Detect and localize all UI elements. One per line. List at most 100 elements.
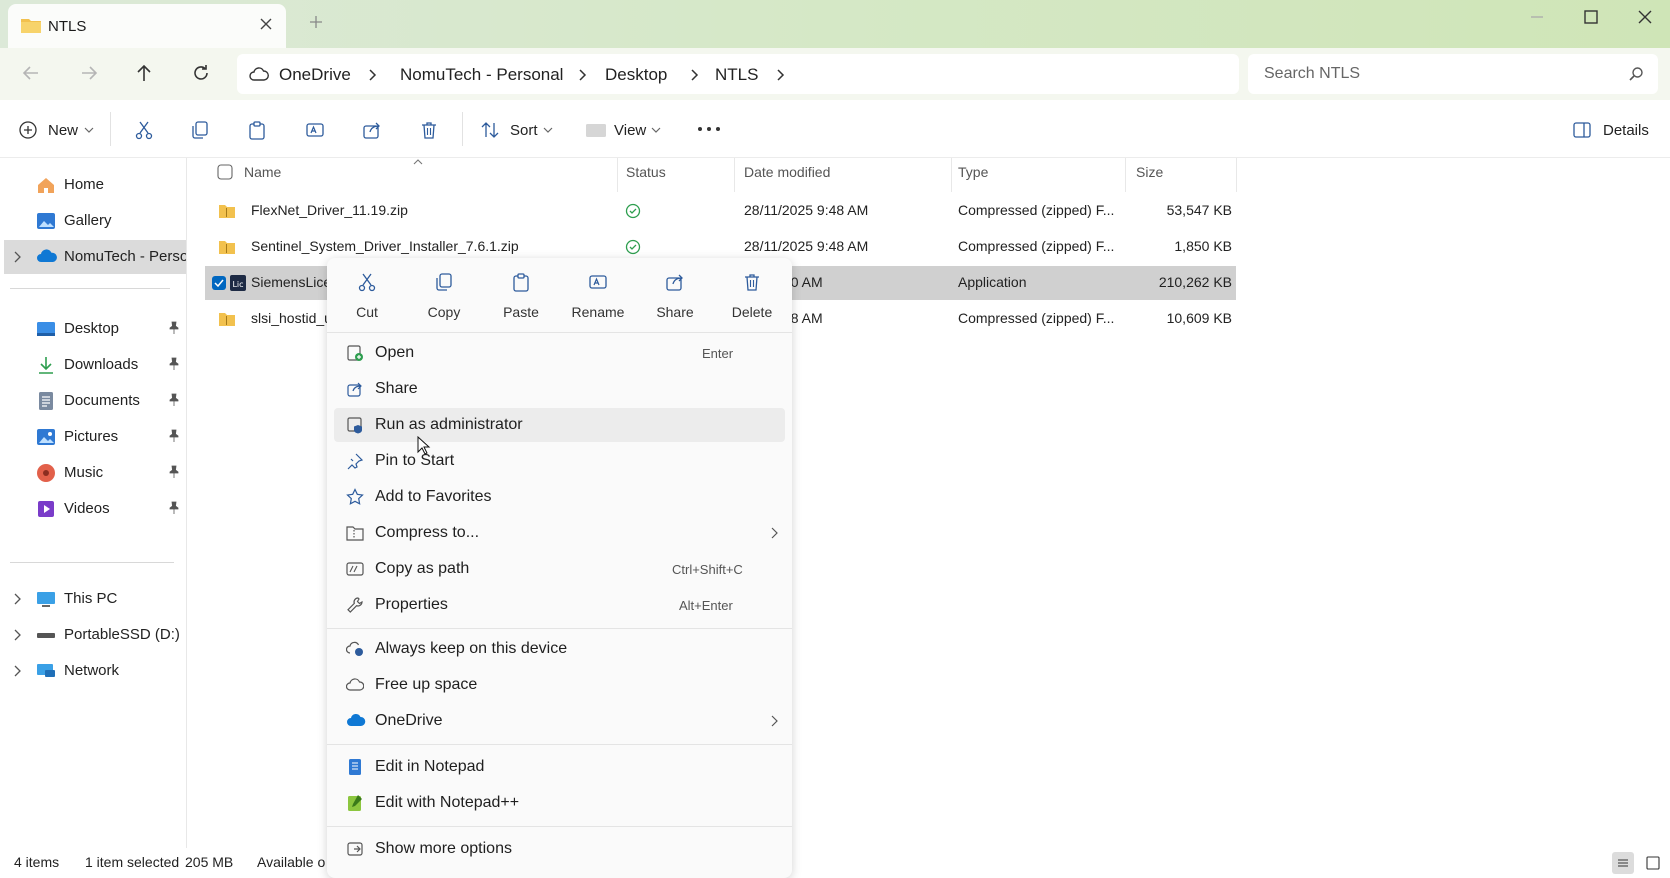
sidebar-item-pictures[interactable]: Pictures (0, 420, 186, 454)
breadcrumb-nomutech[interactable]: NomuTech - Personal (400, 65, 563, 85)
search-icon[interactable] (1628, 66, 1644, 82)
sidebar-item-nomutech-personal[interactable]: NomuTech - Personal (4, 240, 186, 274)
copy-button[interactable]: Copy (410, 268, 478, 326)
menu-item-open[interactable]: Open Enter (334, 336, 785, 370)
delete-icon[interactable] (419, 120, 439, 140)
details-view-toggle[interactable] (1612, 852, 1634, 874)
rename-button[interactable]: Rename (564, 268, 632, 326)
sort-button[interactable]: Sort (510, 122, 538, 139)
minimize-icon[interactable] (1526, 6, 1548, 28)
sidebar-item-downloads[interactable]: Downloads (0, 348, 186, 382)
column-separator[interactable] (617, 158, 618, 192)
up-arrow-icon[interactable] (133, 62, 155, 84)
chevron-down-icon[interactable] (651, 126, 661, 134)
column-separator[interactable] (734, 158, 735, 192)
pin-icon[interactable] (168, 429, 180, 443)
maximize-icon[interactable] (1580, 6, 1602, 28)
sidebar-item-videos[interactable]: Videos (0, 492, 186, 526)
breadcrumb-desktop[interactable]: Desktop (605, 65, 667, 85)
sort-icon[interactable] (480, 120, 500, 140)
downloads-icon (36, 355, 56, 375)
paste-button[interactable]: Paste (487, 268, 555, 326)
menu-item-free-up-space[interactable]: Free up space (334, 668, 785, 702)
copy-icon[interactable] (190, 120, 210, 140)
new-tab-icon[interactable] (308, 14, 324, 30)
menu-item-onedrive[interactable]: OneDrive (334, 704, 785, 738)
pin-icon[interactable] (168, 321, 180, 335)
sidebar-item-desktop[interactable]: Desktop (0, 312, 186, 346)
column-separator[interactable] (951, 158, 952, 192)
breadcrumb-onedrive[interactable]: OneDrive (279, 65, 351, 85)
pin-icon[interactable] (168, 357, 180, 371)
forward-arrow-icon[interactable] (78, 62, 100, 84)
cut-button[interactable]: Cut (333, 268, 401, 326)
column-separator[interactable] (1236, 158, 1237, 192)
star-icon (346, 488, 364, 506)
large-icons-view-toggle[interactable] (1642, 852, 1664, 874)
chevron-down-icon[interactable] (84, 126, 94, 134)
chevron-right-icon[interactable] (13, 593, 23, 605)
menu-item-edit-in-notepad[interactable]: Edit in Notepad (334, 750, 785, 784)
view-button[interactable]: View (614, 122, 646, 139)
menu-item-copy-as-path[interactable]: Copy as path Ctrl+Shift+C (334, 552, 785, 586)
address-bar[interactable]: OneDrive NomuTech - Personal Desktop NTL… (237, 54, 1239, 94)
details-pane-icon[interactable] (1572, 120, 1592, 140)
breadcrumb-chevron-icon[interactable] (577, 68, 589, 82)
close-tab-icon[interactable] (258, 16, 274, 32)
table-row[interactable]: FlexNet_Driver_11.19.zip 28/11/2025 9:48… (205, 194, 1236, 228)
sidebar-item-this-pc[interactable]: This PC (0, 582, 186, 616)
sidebar-item-network[interactable]: Network (0, 654, 186, 688)
new-button[interactable]: New (48, 122, 78, 139)
delete-button[interactable]: Delete (718, 268, 786, 326)
pin-icon[interactable] (168, 501, 180, 515)
breadcrumb-ntls[interactable]: NTLS (715, 65, 758, 85)
sidebar-item-documents[interactable]: Documents (0, 384, 186, 418)
menu-item-run-as-administrator[interactable]: Run as administrator (334, 408, 785, 442)
chevron-right-icon[interactable] (13, 251, 23, 263)
back-arrow-icon[interactable] (20, 62, 42, 84)
menu-item-always-keep[interactable]: Always keep on this device (334, 632, 785, 666)
breadcrumb-chevron-icon[interactable] (775, 68, 787, 82)
refresh-icon[interactable] (190, 62, 212, 84)
search-box[interactable]: Search NTLS (1248, 54, 1658, 94)
sidebar-item-music[interactable]: Music (0, 456, 186, 490)
details-button[interactable]: Details (1603, 122, 1649, 139)
row-checkbox-checked[interactable] (211, 275, 227, 291)
pin-icon[interactable] (168, 393, 180, 407)
tab-ntls[interactable]: NTLS (8, 4, 286, 48)
sidebar-item-gallery[interactable]: Gallery (0, 204, 186, 238)
share-icon[interactable] (362, 120, 382, 140)
more-options-icon[interactable] (697, 122, 721, 136)
rename-icon[interactable] (305, 120, 325, 140)
cut-icon[interactable] (134, 120, 154, 140)
sidebar-item-home[interactable]: Home (0, 168, 186, 202)
close-window-icon[interactable] (1634, 6, 1656, 28)
music-icon (36, 463, 56, 483)
pin-icon[interactable] (168, 465, 180, 479)
sidebar-item-portablessd[interactable]: PortableSSD (D:) (0, 618, 186, 652)
menu-item-pin-to-start[interactable]: Pin to Start (334, 444, 785, 478)
chevron-down-icon[interactable] (543, 126, 553, 134)
menu-item-share[interactable]: Share (334, 372, 785, 406)
view-icon[interactable] (585, 120, 607, 140)
menu-item-properties[interactable]: Properties Alt+Enter (334, 588, 785, 622)
breadcrumb-chevron-icon[interactable] (689, 68, 701, 82)
chevron-right-icon[interactable] (13, 665, 23, 677)
paste-icon[interactable] (247, 120, 267, 140)
share-button[interactable]: Share (641, 268, 709, 326)
column-separator[interactable] (1125, 158, 1126, 192)
column-header-name[interactable]: Name (244, 164, 281, 180)
menu-item-edit-with-notepad-plus-plus[interactable]: Edit with Notepad++ (334, 786, 785, 820)
chevron-right-icon[interactable] (13, 629, 23, 641)
search-input[interactable]: Search NTLS (1264, 65, 1360, 83)
column-header-date[interactable]: Date modified (744, 164, 830, 180)
breadcrumb-chevron-icon[interactable] (367, 68, 379, 82)
menu-item-show-more-options[interactable]: Show more options (334, 832, 785, 866)
menu-item-add-to-favorites[interactable]: Add to Favorites (334, 480, 785, 514)
select-all-checkbox[interactable] (217, 164, 233, 180)
column-header-type[interactable]: Type (958, 164, 988, 180)
new-plus-icon[interactable] (18, 120, 38, 140)
menu-item-compress-to[interactable]: Compress to... (334, 516, 785, 550)
column-header-size[interactable]: Size (1136, 164, 1163, 180)
column-header-status[interactable]: Status (626, 164, 666, 180)
